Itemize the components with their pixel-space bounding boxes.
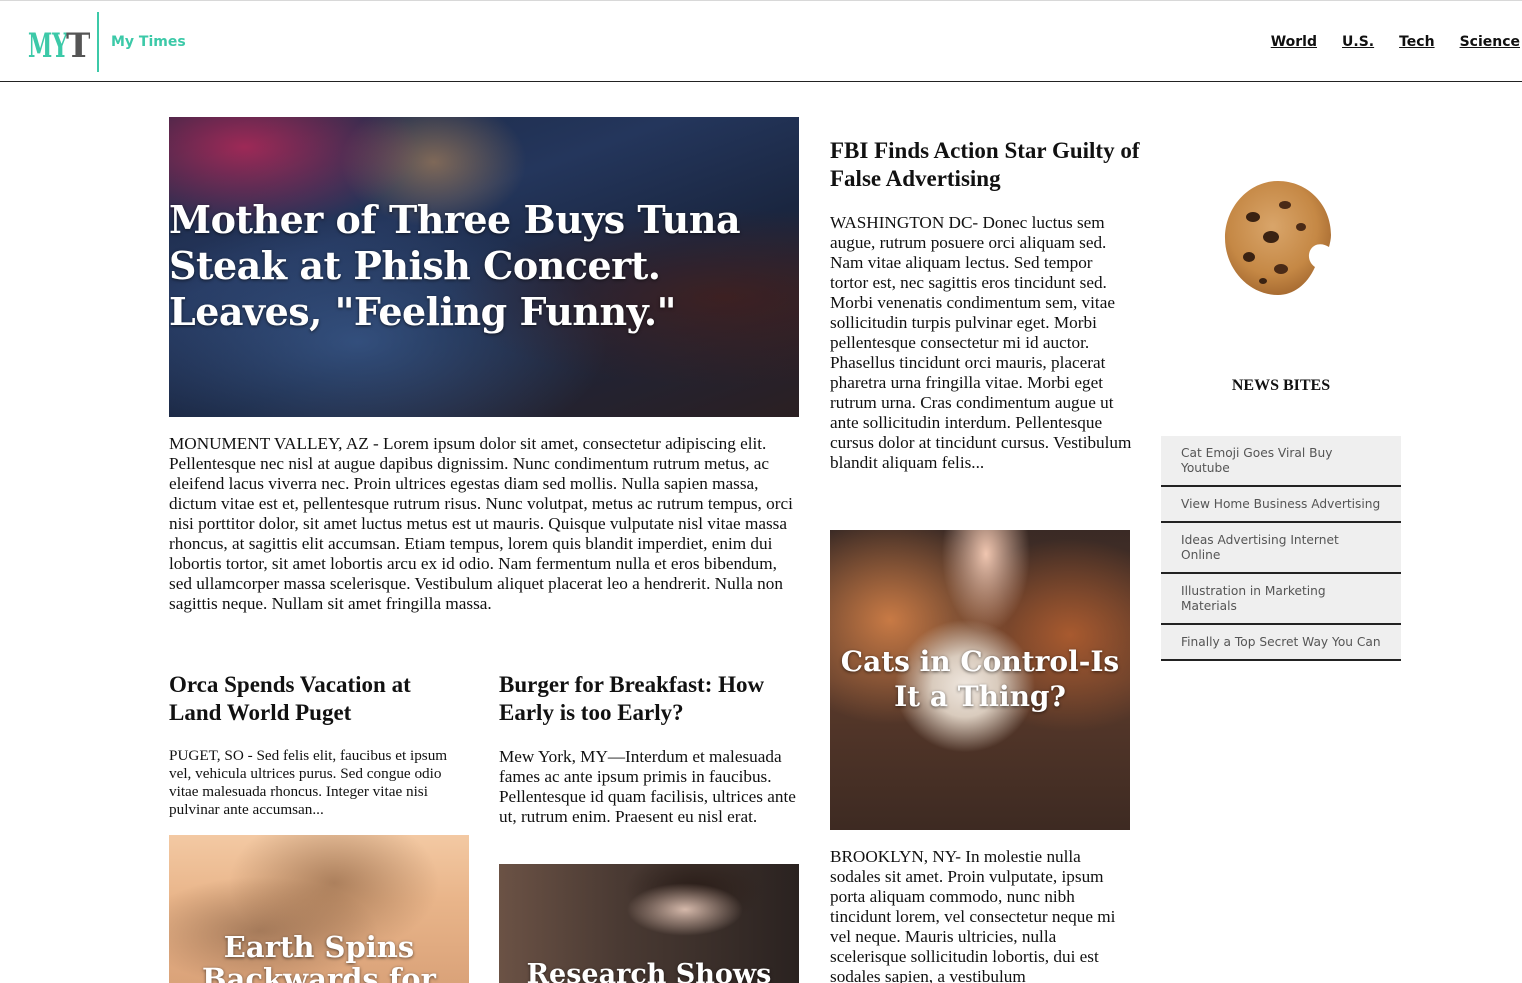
fbi-story-title[interactable]: FBI Finds Action Star Guilty of False Ad… xyxy=(830,137,1140,193)
orca-story-title[interactable]: Orca Spends Vacation at Land World Puget xyxy=(169,671,459,727)
fbi-story-body: WASHINGTON DC- Donec luctus sem augue, r… xyxy=(830,213,1132,472)
brand-link[interactable]: My Times xyxy=(111,34,186,50)
hero-title[interactable]: Mother of Three Buys Tuna Steak at Phish… xyxy=(169,197,769,335)
logo-letters-my: MY xyxy=(28,26,68,63)
news-bites-title: NEWS BITES xyxy=(1231,377,1331,394)
orca-story-body: PUGET, SO - Sed felis elit, faucibus et … xyxy=(169,747,448,818)
logo-letter-t: T xyxy=(66,26,90,63)
research-story-caption[interactable]: Research Shows xyxy=(499,960,799,983)
logo-divider xyxy=(97,12,99,72)
news-bite-item[interactable]: Finally a Top Secret Way You Can xyxy=(1161,625,1401,661)
nav-us[interactable]: U.S. xyxy=(1342,34,1374,50)
cookie-icon xyxy=(1225,181,1331,295)
main-nav: World U.S. Tech Science xyxy=(1271,34,1520,50)
cats-story-body: BROOKLYN, NY- In molestie nulla sodales … xyxy=(830,847,1116,983)
news-bites-list: Cat Emoji Goes Viral Buy Youtube View Ho… xyxy=(1161,436,1401,661)
news-bite-item[interactable]: Ideas Advertising Internet Online xyxy=(1161,523,1401,574)
cats-story-image[interactable]: Cats in Control-Is It a Thing? xyxy=(830,530,1130,830)
site-header: MY T My Times World U.S. Tech Science xyxy=(0,0,1522,82)
research-story-image[interactable]: Research Shows xyxy=(499,864,799,983)
news-bite-item[interactable]: Cat Emoji Goes Viral Buy Youtube xyxy=(1161,436,1401,487)
news-bite-item[interactable]: Illustration in Marketing Materials xyxy=(1161,574,1401,625)
hero-image[interactable]: Mother of Three Buys Tuna Steak at Phish… xyxy=(169,117,799,417)
earth-story-image[interactable]: Earth Spins Backwards for xyxy=(169,835,469,983)
cats-story-caption[interactable]: Cats in Control-Is It a Thing? xyxy=(830,644,1130,714)
nav-science[interactable]: Science xyxy=(1460,34,1520,50)
nav-world[interactable]: World xyxy=(1271,34,1317,50)
nav-tech[interactable]: Tech xyxy=(1399,34,1434,50)
burger-story-title[interactable]: Burger for Breakfast: How Early is too E… xyxy=(499,671,799,727)
hero-body: MONUMENT VALLEY, AZ - Lorem ipsum dolor … xyxy=(169,434,793,613)
myt-logo[interactable]: MY T xyxy=(28,21,90,63)
news-bite-item[interactable]: View Home Business Advertising xyxy=(1161,487,1401,523)
earth-story-caption[interactable]: Earth Spins Backwards for xyxy=(169,931,469,983)
burger-story-body: Mew York, MY—Interdum et malesuada fames… xyxy=(499,747,796,826)
